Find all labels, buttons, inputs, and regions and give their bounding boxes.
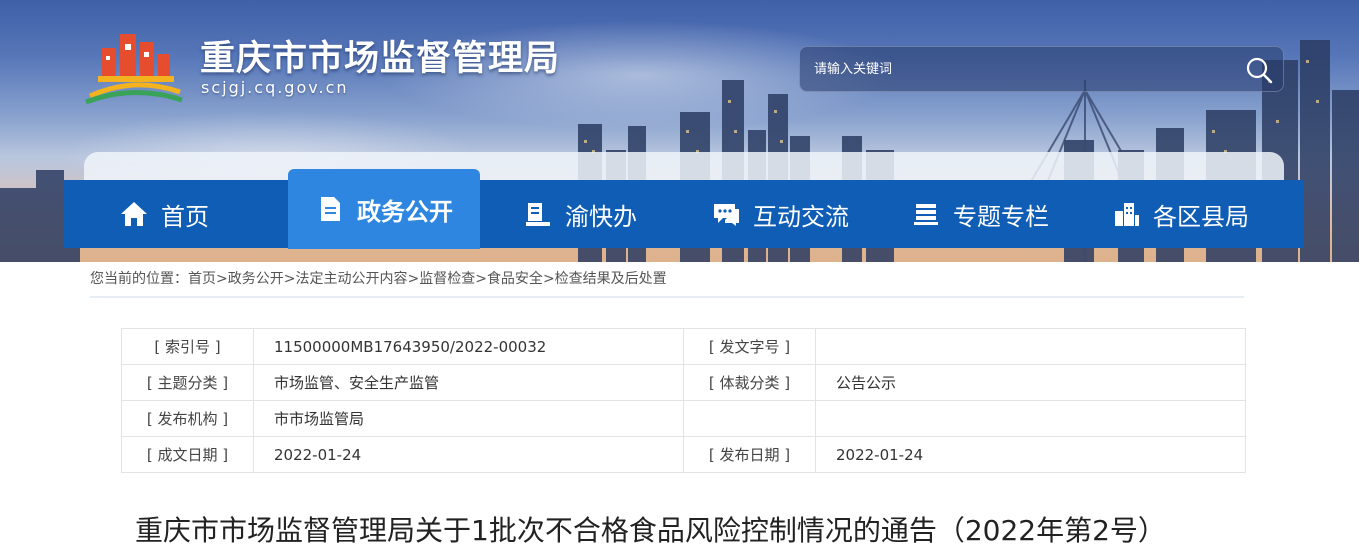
nav-item-government-affairs[interactable]: 政务公开 — [288, 169, 480, 249]
nav-item-special-topics[interactable]: 专题专栏 — [880, 180, 1080, 248]
info-value-document-number — [815, 328, 1246, 365]
chat-icon — [714, 204, 739, 226]
nav-item-home[interactable]: 首页 — [64, 180, 264, 248]
nav-label: 渝快办 — [565, 202, 637, 231]
breadcrumb-prefix: 您当前的位置： — [90, 271, 188, 287]
breadcrumb: 您当前的位置：首页>政务公开>法定主动公开内容>监督检查>食品安全>检查结果及后… — [90, 268, 1244, 298]
info-key-written-date: [ 成文日期 ] — [121, 436, 254, 473]
info-value-topic: 市场监管、安全生产监管 — [253, 364, 684, 401]
nav-label: 政务公开 — [357, 197, 453, 226]
site-domain: scjgj.cq.gov.cn — [201, 78, 349, 97]
info-key-index-number: [ 索引号 ] — [121, 328, 254, 365]
nav-item-districts[interactable]: 各区县局 — [1080, 180, 1280, 248]
nav-item-interaction[interactable]: 互动交流 — [680, 180, 880, 248]
search-box — [799, 46, 1284, 92]
main-nav: 首页 政务公开 渝快办 互动交流 专题专栏 各区县局 — [64, 169, 1304, 249]
table-row: [ 主题分类 ] 市场监管、安全生产监管 [ 体裁分类 ] 公告公示 — [121, 364, 1246, 401]
government-building-logo — [85, 34, 183, 104]
breadcrumb-link[interactable]: 首页 — [188, 271, 216, 287]
info-value-publish-date: 2022-01-24 — [815, 436, 1246, 473]
info-value-written-date: 2022-01-24 — [253, 436, 684, 473]
breadcrumb-link[interactable]: 食品安全 — [487, 271, 543, 287]
info-value-genre: 公告公示 — [815, 364, 1246, 401]
breadcrumb-link[interactable]: 监督检查 — [419, 271, 475, 287]
info-key-empty — [683, 400, 816, 437]
document-icon — [321, 197, 340, 221]
info-key-genre: [ 体裁分类 ] — [683, 364, 816, 401]
nav-label: 首页 — [161, 202, 209, 231]
info-key-publish-date: [ 发布日期 ] — [683, 436, 816, 473]
site-title[interactable]: 重庆市市场监督管理局 — [200, 30, 560, 81]
article-title: 重庆市市场监督管理局关于1批次不合格食品风险控制情况的通告（2022年第2号） — [135, 514, 1166, 547]
buildings-icon — [1115, 203, 1139, 226]
info-key-topic: [ 主题分类 ] — [121, 364, 254, 401]
info-value-empty — [815, 400, 1246, 437]
nav-label: 专题专栏 — [953, 202, 1049, 231]
nav-item-yukuaiban[interactable]: 渝快办 — [480, 180, 680, 248]
table-row: [ 发布机构 ] 市市场监管局 — [121, 400, 1246, 437]
info-value-index-number: 11500000MB17643950/2022-00032 — [253, 328, 684, 365]
home-icon — [121, 202, 147, 226]
service-desk-icon — [526, 203, 550, 226]
search-icon[interactable] — [1245, 56, 1273, 84]
stack-icon — [914, 204, 938, 225]
nav-label: 互动交流 — [753, 202, 849, 231]
table-row: [ 索引号 ] 11500000MB17643950/2022-00032 [ … — [121, 328, 1246, 365]
breadcrumb-link[interactable]: 检查结果及后处置 — [555, 271, 667, 287]
nav-label: 各区县局 — [1153, 202, 1249, 231]
search-input[interactable] — [800, 47, 1230, 91]
info-value-publisher: 市市场监管局 — [253, 400, 684, 437]
breadcrumb-link[interactable]: 法定主动公开内容 — [295, 271, 407, 287]
info-key-publisher: [ 发布机构 ] — [121, 400, 254, 437]
document-info-table: [ 索引号 ] 11500000MB17643950/2022-00032 [ … — [121, 328, 1246, 473]
table-row: [ 成文日期 ] 2022-01-24 [ 发布日期 ] 2022-01-24 — [121, 436, 1246, 473]
breadcrumb-link[interactable]: 政务公开 — [228, 271, 284, 287]
info-key-document-number: [ 发文字号 ] — [683, 328, 816, 365]
